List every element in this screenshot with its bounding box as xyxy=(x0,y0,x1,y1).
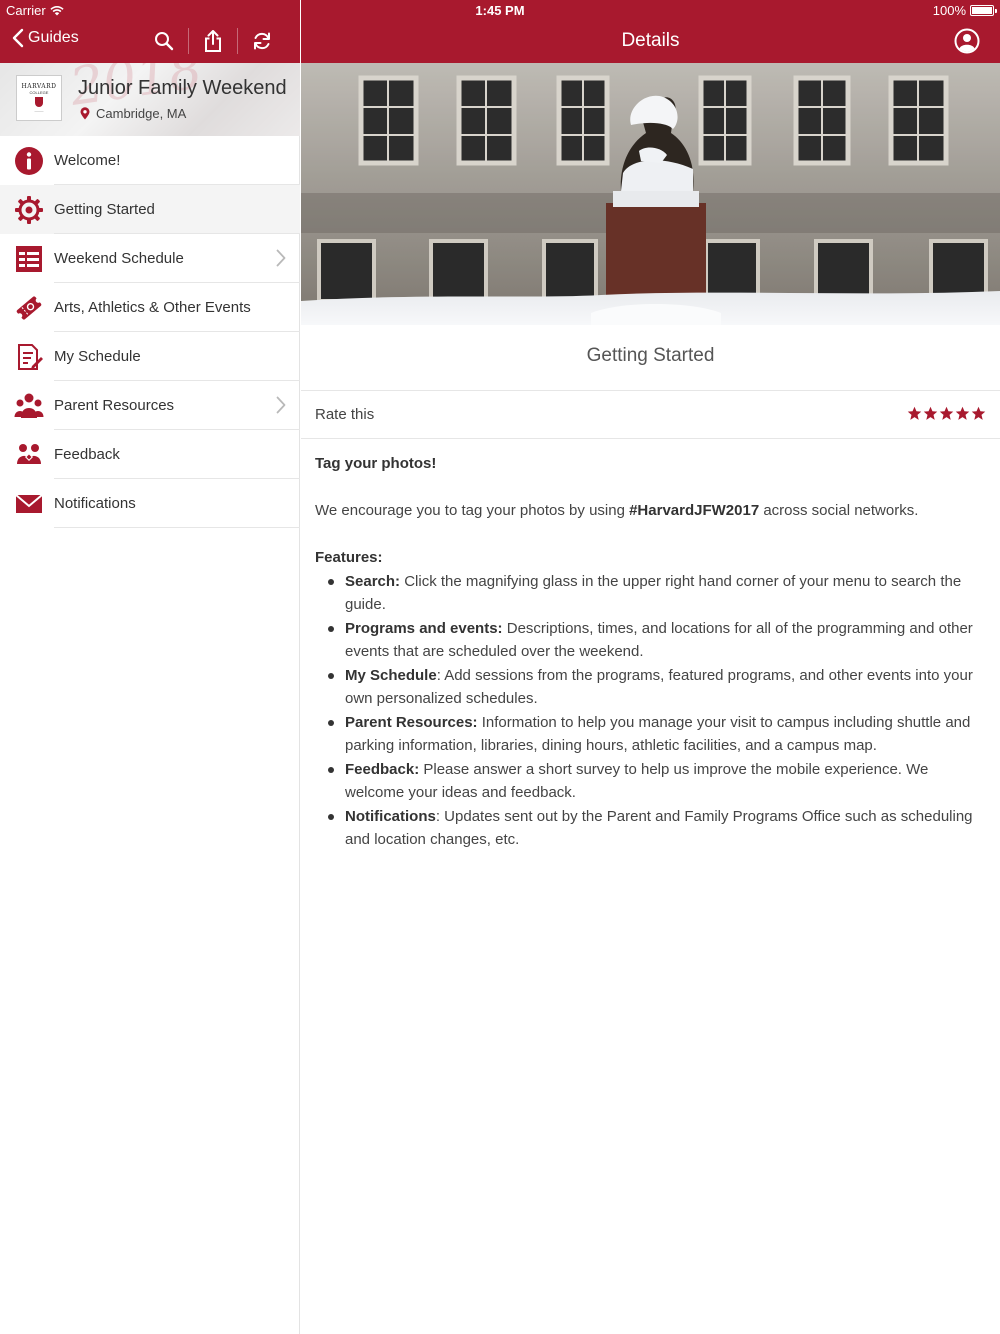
menu-item-notifications[interactable]: Notifications xyxy=(0,479,300,528)
envelope-icon xyxy=(14,489,44,519)
list-item: Notifications: Updates sent out by the P… xyxy=(328,805,985,852)
chevron-right-icon xyxy=(276,249,286,267)
menu-item-label: Getting Started xyxy=(54,201,155,218)
refresh-icon xyxy=(254,32,270,50)
star-icon[interactable] xyxy=(939,406,954,421)
guide-header: 2018 HARVARD COLLEGE ——— Junior Family W… xyxy=(0,63,300,136)
status-time: 1:45 PM xyxy=(475,3,525,18)
menu-item-weekend-schedule[interactable]: Weekend Schedule xyxy=(0,234,300,283)
menu-item-label: Parent Resources xyxy=(54,397,175,414)
ticket-icon xyxy=(14,293,44,323)
chevron-right-icon xyxy=(276,396,286,414)
list-item: My Schedule: Add sessions from the progr… xyxy=(328,664,985,711)
list-item: Programs and events: Descriptions, times… xyxy=(328,617,985,664)
logo-subtext: COLLEGE xyxy=(29,90,49,95)
guide-title: Junior Family Weekend xyxy=(78,77,287,99)
hero-image xyxy=(301,63,1000,325)
chevron-left-icon xyxy=(12,28,24,48)
star-rating[interactable] xyxy=(907,406,986,421)
battery-percent: 100% xyxy=(932,3,966,18)
search-icon xyxy=(154,32,173,51)
battery-icon xyxy=(970,5,997,16)
edit-schedule-icon xyxy=(14,342,44,372)
menu-item-arts-athletics[interactable]: Arts, Athletics & Other Events xyxy=(0,283,300,332)
list-item: Feedback: Please answer a short survey t… xyxy=(328,758,985,805)
menu-item-feedback[interactable]: Feedback xyxy=(0,430,300,479)
star-icon[interactable] xyxy=(955,406,970,421)
list-item: Parent Resources: Information to help yo… xyxy=(328,711,985,758)
star-icon[interactable] xyxy=(923,406,938,421)
people-icon xyxy=(14,391,44,421)
star-icon[interactable] xyxy=(971,406,986,421)
share-button[interactable] xyxy=(188,28,237,54)
menu-item-label: My Schedule xyxy=(54,348,141,365)
menu-item-welcome[interactable]: Welcome! xyxy=(0,136,300,185)
gear-icon xyxy=(14,195,44,225)
features-list: Search: Click the magnifying glass in th… xyxy=(315,570,985,852)
tag-heading: Tag your photos! xyxy=(315,455,437,472)
features-heading: Features: xyxy=(315,549,383,566)
list-item: Search: Click the magnifying glass in th… xyxy=(328,570,985,617)
back-label: Guides xyxy=(28,29,79,46)
refresh-button[interactable] xyxy=(237,28,286,54)
guide-logo: HARVARD COLLEGE ——— xyxy=(16,75,62,121)
menu-item-label: Welcome! xyxy=(54,152,121,169)
encourage-text: We encourage you to tag your photos by u… xyxy=(315,502,919,519)
menu-item-getting-started[interactable]: Getting Started xyxy=(0,185,300,234)
location-pin-icon xyxy=(80,107,90,120)
guide-menu: Welcome! Getting Started Weekend Schedul… xyxy=(0,136,300,528)
guide-sidebar: Guides 2018 HARVARD COLLEGE ——— Junior F… xyxy=(0,0,300,1334)
statue-photo xyxy=(301,63,1000,325)
guide-location-label: Cambridge, MA xyxy=(96,106,187,121)
share-icon xyxy=(205,30,221,52)
details-panel: Details Getting Started Rate this Tag yo… xyxy=(301,0,1000,1334)
profile-button[interactable] xyxy=(954,28,980,54)
guide-location: Cambridge, MA xyxy=(80,106,186,121)
feedback-icon xyxy=(14,440,44,470)
hashtag: #HarvardJFW2017 xyxy=(629,502,760,519)
rating-row: Rate this xyxy=(301,391,1000,439)
menu-item-label: Arts, Athletics & Other Events xyxy=(54,299,251,316)
menu-item-parent-resources[interactable]: Parent Resources xyxy=(0,381,300,430)
menu-item-label: Feedback xyxy=(54,446,120,463)
logo-text: HARVARD xyxy=(21,83,57,90)
info-icon xyxy=(14,146,44,176)
details-title: Details xyxy=(621,30,680,51)
search-button[interactable] xyxy=(139,28,188,54)
back-button[interactable]: Guides xyxy=(12,28,79,48)
shield-icon xyxy=(35,97,43,107)
status-bar: Carrier 1:45 PM 100% xyxy=(0,0,1000,20)
star-icon[interactable] xyxy=(907,406,922,421)
user-icon xyxy=(954,28,980,54)
rate-label: Rate this xyxy=(315,406,375,423)
detail-body: Tag your photos! We encourage you to tag… xyxy=(315,452,985,852)
schedule-icon xyxy=(14,244,44,274)
menu-item-label: Notifications xyxy=(54,495,136,512)
menu-item-my-schedule[interactable]: My Schedule xyxy=(0,332,300,381)
detail-heading: Getting Started xyxy=(301,325,1000,391)
menu-item-label: Weekend Schedule xyxy=(54,250,184,267)
